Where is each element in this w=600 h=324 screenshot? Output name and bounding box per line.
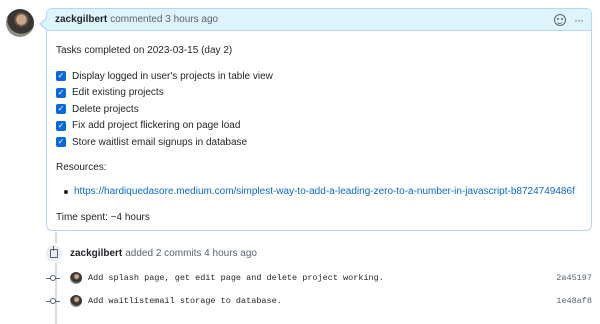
task-checkbox[interactable]: ✓ [56, 137, 66, 148]
comment-box: zackgilbert commented 3 hours ago ··· Ta… [39, 8, 592, 231]
task-item: ✓ Fix add project flickering on page loa… [56, 118, 582, 135]
task-checkbox[interactable]: ✓ [56, 120, 66, 131]
resources-list: https://hardiquedasore.medium.com/simple… [56, 184, 582, 200]
git-commit-icon [46, 296, 60, 306]
resource-link[interactable]: https://hardiquedasore.medium.com/simple… [74, 186, 575, 197]
task-checkbox[interactable]: ✓ [56, 87, 66, 98]
task-checkbox[interactable]: ✓ [56, 71, 66, 82]
task-label: Store waitlist email signups in database [72, 136, 248, 148]
bullet-icon [64, 189, 68, 194]
commit-author-avatar[interactable] [70, 272, 82, 284]
git-commit-icon [46, 273, 60, 283]
comment-author[interactable]: zackgilbert [55, 14, 107, 25]
comment-timestamp[interactable]: commented 3 hours ago [110, 14, 218, 25]
push-event-description[interactable]: added 2 commits 4 hours ago [125, 248, 257, 259]
time-spent: Time spent: ~4 hours [56, 211, 150, 223]
comment-header-actions: ··· [554, 13, 584, 26]
task-label: Display logged in user's projects in tab… [72, 70, 273, 82]
commit-row: Add splash page, get edit page and delet… [46, 271, 592, 285]
task-item: ✓ Display logged in user's projects in t… [56, 68, 582, 85]
commit-author-avatar[interactable] [70, 295, 82, 307]
commit-sha[interactable]: 1e48af8 [556, 296, 592, 306]
push-event-author[interactable]: zackgilbert [70, 248, 122, 259]
task-item: ✓ Delete projects [56, 101, 582, 118]
smiley-icon[interactable] [554, 13, 566, 26]
task-list: ✓ Display logged in user's projects in t… [56, 68, 582, 151]
commit-sha[interactable]: 2a45197 [556, 273, 592, 283]
comment-header: zackgilbert commented 3 hours ago ··· [47, 9, 591, 31]
task-item: ✓ Store waitlist email signups in databa… [56, 134, 582, 151]
repo-push-icon [44, 243, 64, 263]
comment-body: Tasks completed on 2023-03-15 (day 2) ✓ … [47, 31, 591, 226]
push-event: zackgilbert added 2 commits 4 hours ago [44, 243, 257, 263]
resources-label: Resources: [56, 161, 107, 173]
task-checkbox[interactable]: ✓ [56, 104, 66, 115]
task-label: Fix add project flickering on page load [72, 120, 241, 132]
kebab-horizontal-icon[interactable]: ··· [574, 14, 584, 26]
tasks-title: Tasks completed on 2023-03-15 (day 2) [56, 45, 233, 56]
commit-message[interactable]: Add waitlistemail storage to database. [88, 296, 282, 306]
task-label: Edit existing projects [72, 87, 164, 99]
commit-row: Add waitlistemail storage to database. 1… [46, 294, 592, 308]
push-event-text: zackgilbert added 2 commits 4 hours ago [70, 248, 257, 259]
comment-author-avatar[interactable] [6, 9, 34, 37]
task-label: Delete projects [72, 103, 139, 115]
commit-message[interactable]: Add splash page, get edit page and delet… [88, 273, 384, 283]
task-item: ✓ Edit existing projects [56, 85, 582, 102]
resource-item: https://hardiquedasore.medium.com/simple… [56, 184, 582, 200]
